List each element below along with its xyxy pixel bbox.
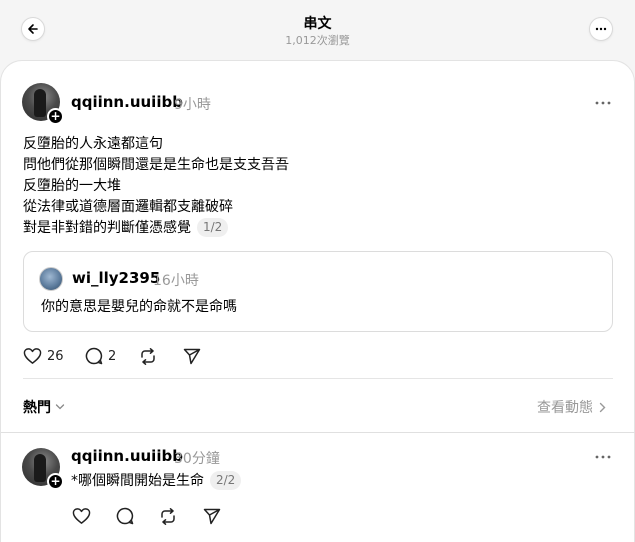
chevron-right-icon [599, 402, 606, 412]
thread-card: + qqiinn.uuiibb 9小時 反墮胎的人永遠都這句 問他們從那個瞬間還… [0, 60, 635, 542]
like-count: 26 [47, 348, 64, 364]
section-divider [1, 432, 635, 433]
follow-plus-icon[interactable]: + [47, 108, 64, 125]
post-line-last: 對是非對錯的判斷僅憑感覺 1/2 [23, 218, 603, 239]
send-icon [183, 348, 201, 365]
view-count: 1,012次瀏覽 [285, 34, 350, 47]
post-line: 問他們從那個瞬間還是是生命也是支支吾吾 [23, 157, 289, 173]
view-activity-link[interactable]: 查看動態 [537, 397, 606, 417]
page-indicator: 2/2 [210, 471, 242, 490]
reply-share-button[interactable] [203, 508, 221, 525]
post-line: 從法律或道德層面邏輯都支離破碎 [23, 199, 233, 215]
repost-icon [161, 508, 175, 525]
post-line: 反墮胎的人永遠都這句 [23, 136, 163, 152]
reply-body: *哪個瞬間開始是生命 2/2 [71, 470, 242, 490]
reply-repost-button[interactable] [159, 508, 177, 525]
post-more-button[interactable] [595, 94, 611, 110]
heart-icon [23, 348, 42, 364]
more-horizontal-icon [595, 455, 611, 459]
share-button[interactable] [183, 348, 201, 365]
sort-label: 熱門 [23, 400, 51, 416]
avatar[interactable]: + [22, 83, 64, 125]
reply-time: 30分鐘 [174, 451, 220, 467]
comment-button[interactable]: 2 [85, 347, 116, 365]
send-icon [203, 508, 221, 525]
divider [23, 378, 613, 379]
thread-header: 串文 1,012次瀏覽 [0, 0, 635, 60]
quote-username[interactable]: wi_lly2395 [72, 269, 160, 287]
page-title: 串文 [303, 16, 332, 32]
comment-icon [116, 507, 134, 525]
post-username[interactable]: qqiinn.uuiibb [71, 93, 183, 111]
follow-plus-icon[interactable]: + [47, 473, 64, 490]
quoted-post[interactable]: wi_lly2395 16小時 你的意思是嬰兒的命就不是命嗎 [23, 251, 613, 332]
header-more-button[interactable] [589, 17, 613, 41]
reply-text: *哪個瞬間開始是生命 [71, 473, 204, 489]
repost-icon [141, 348, 155, 365]
post-line: 對是非對錯的判斷僅憑感覺 [23, 220, 191, 236]
heart-icon [72, 508, 91, 524]
post-body: 反墮胎的人永遠都這句 問他們從那個瞬間還是是生命也是支支吾吾 反墮胎的一大堆 從… [23, 134, 603, 239]
page-indicator: 1/2 [197, 218, 229, 237]
reply-more-button[interactable] [595, 448, 611, 464]
post-line: 反墮胎的一大堆 [23, 178, 121, 194]
reply-username[interactable]: qqiinn.uuiibb [71, 447, 183, 465]
repost-button[interactable] [139, 348, 157, 365]
more-horizontal-icon [595, 27, 607, 31]
like-button[interactable]: 26 [23, 347, 64, 365]
quote-avatar[interactable] [39, 267, 63, 291]
quote-text: 你的意思是嬰兒的命就不是命嗎 [41, 299, 237, 315]
chevron-down-icon [55, 404, 65, 410]
quote-time: 16小時 [153, 273, 199, 289]
comment-icon [85, 347, 103, 365]
reply-comment-button[interactable] [116, 507, 134, 525]
reply-like-button[interactable] [72, 507, 91, 525]
sort-dropdown[interactable]: 熱門 [23, 397, 65, 417]
post-time: 9小時 [174, 97, 211, 113]
view-activity-label: 查看動態 [537, 400, 593, 416]
comment-count: 2 [108, 348, 117, 364]
reply-avatar[interactable]: + [22, 448, 64, 490]
more-horizontal-icon [595, 101, 611, 105]
